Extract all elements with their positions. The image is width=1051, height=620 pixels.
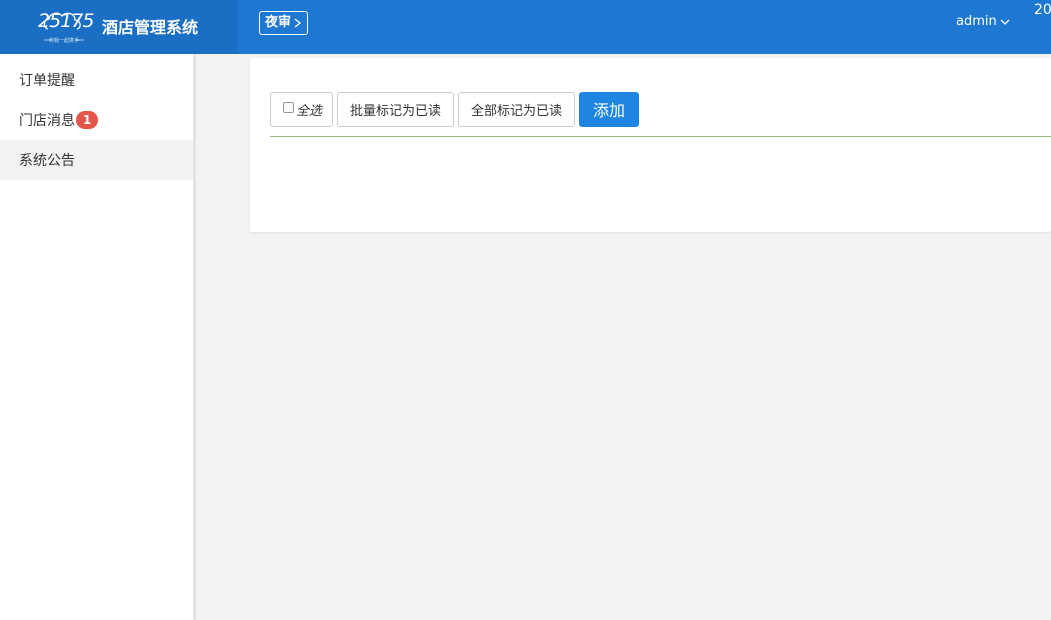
sidebar: 订单提醒 门店消息 1 系统公告 — [0, 54, 196, 620]
toolbar: 全选 批量标记为已读 全部标记为已读 添加 — [270, 91, 640, 127]
add-button[interactable]: 添加 — [579, 91, 640, 127]
app-title: 酒店管理系统 — [102, 18, 199, 37]
content-panel: 全选 批量标记为已读 全部标记为已读 添加 — [250, 58, 1051, 232]
sidebar-item-label: 系统公告 — [19, 153, 75, 169]
mark-all-read-button[interactable]: 全部标记为已读 — [458, 91, 576, 127]
sidebar-item-order-reminder[interactable]: 订单提醒 — [0, 60, 193, 100]
logo[interactable]: 25175 你我一起携手 — [38, 7, 94, 47]
chevron-down-icon — [1000, 19, 1010, 25]
top-header: 25175 你我一起携手 酒店管理系统 夜审 admin 20 — [0, 0, 1051, 54]
chevron-right-icon — [294, 18, 302, 28]
mark-selected-read-button[interactable]: 批量标记为已读 — [337, 91, 455, 127]
user-menu[interactable]: admin — [956, 14, 1010, 29]
logo-number: 25175 — [38, 10, 94, 32]
toolbar-divider — [270, 136, 1051, 137]
night-audit-button[interactable]: 夜审 — [259, 11, 309, 35]
unread-count-badge: 1 — [76, 111, 98, 129]
username: admin — [956, 14, 997, 29]
sidebar-item-store-messages[interactable]: 门店消息 1 — [0, 100, 193, 140]
logo-area: 25175 你我一起携手 酒店管理系统 — [0, 0, 238, 54]
select-all-checkbox[interactable] — [283, 101, 294, 113]
logo-tagline: 你我一起携手 — [48, 38, 79, 44]
clipped-header-text: 20 — [1034, 2, 1051, 18]
sidebar-item-label: 订单提醒 — [19, 73, 75, 89]
night-audit-label: 夜审 — [265, 15, 292, 30]
select-all-button[interactable]: 全选 — [270, 91, 334, 127]
sidebar-item-label: 门店消息 — [19, 113, 75, 129]
select-all-label: 全选 — [296, 103, 323, 119]
sidebar-item-system-announcements[interactable]: 系统公告 — [0, 140, 193, 180]
